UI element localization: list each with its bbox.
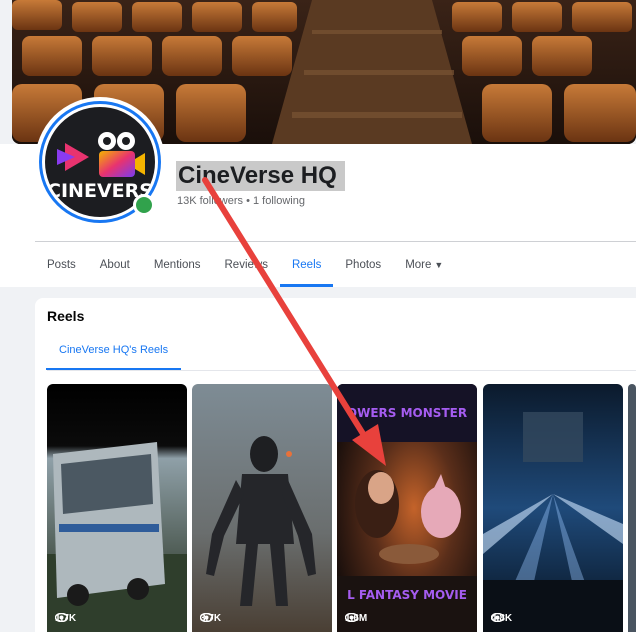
eye-icon xyxy=(491,613,504,622)
tab-reviews[interactable]: Reviews xyxy=(213,243,280,287)
tab-more[interactable]: More ▼ xyxy=(393,243,455,287)
follower-stats[interactable]: 13K followers • 1 following xyxy=(177,195,305,207)
view-count: 1.6M xyxy=(345,613,367,624)
view-count: 3.7K xyxy=(200,613,221,624)
page-name-highlight: CineVerse HQ xyxy=(176,161,345,191)
profile-tabs: Posts About Mentions Reviews Reels Photo… xyxy=(35,243,455,287)
tab-photos[interactable]: Photos xyxy=(333,243,393,287)
reel-card[interactable]: 3.7K xyxy=(192,384,332,632)
reel-card[interactable]: 4.8K xyxy=(483,384,623,632)
reel-card[interactable]: 1.7K xyxy=(47,384,187,632)
online-status-dot xyxy=(133,194,155,216)
reels-heading: Reels xyxy=(47,308,85,324)
tab-mentions[interactable]: Mentions xyxy=(142,243,213,287)
eye-icon xyxy=(200,613,213,622)
reel-subtitle-overlay: L FANTASY MOVIE xyxy=(347,588,467,602)
view-count: 4.8K xyxy=(491,613,512,624)
eye-icon xyxy=(55,613,68,622)
eye-icon xyxy=(345,613,358,622)
page-title[interactable]: CineVerse HQ xyxy=(178,162,337,189)
divider xyxy=(35,241,636,242)
tab-page-reels[interactable]: CineVerse HQ's Reels xyxy=(46,330,182,370)
tab-about[interactable]: About xyxy=(88,243,142,287)
reel-card[interactable]: OWERS MONSTER L FANTASY MOVIE 1.6M xyxy=(337,384,477,632)
tab-more-label: More xyxy=(405,259,432,271)
divider xyxy=(47,370,636,371)
tab-posts[interactable]: Posts xyxy=(35,243,88,287)
caret-down-icon: ▼ xyxy=(434,260,444,270)
reel-title-overlay: OWERS MONSTER xyxy=(346,406,468,420)
reels-section: Reels CineVerse HQ's Reels 1.7K 3.7K OWE… xyxy=(35,298,636,632)
tab-reels[interactable]: Reels xyxy=(279,243,334,287)
reel-card[interactable] xyxy=(628,384,636,632)
view-count: 1.7K xyxy=(55,613,76,624)
